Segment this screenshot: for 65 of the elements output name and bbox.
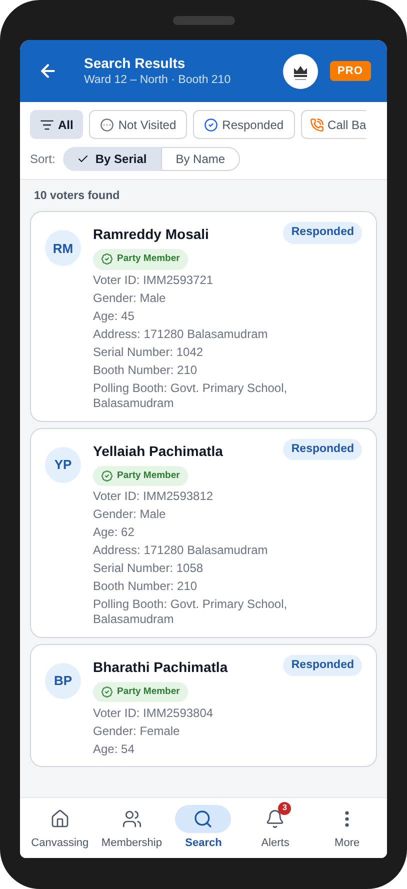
page-subtitle: Ward 12 – North · Booth 210: [84, 73, 232, 88]
phone-icon: [310, 118, 324, 132]
voter-detail: Polling Booth: Govt. Primary School, Balasamudram: [93, 380, 288, 412]
initials-avatar: YP: [45, 446, 81, 482]
filter-icon: [40, 118, 54, 132]
filter-chip[interactable]: Call Ba: [300, 110, 366, 139]
people-icon: [122, 808, 142, 829]
sort-label: Sort:: [30, 151, 56, 168]
initials-avatar: RM: [45, 230, 81, 266]
sort-option[interactable]: By Name: [160, 147, 240, 171]
nav-tab[interactable]: More: [312, 804, 382, 852]
voter-name: Ramreddy Mosali: [93, 225, 209, 244]
voter-detail: Age: 54: [93, 740, 136, 758]
back-arrow-icon: [38, 61, 58, 81]
voter-detail: Address: 171280 Balasamudram: [93, 542, 269, 560]
crown-logo-icon: [282, 54, 318, 88]
check-circle-icon: [204, 118, 218, 132]
voter-detail: Polling Booth: Govt. Primary School, Balasamudram: [93, 596, 288, 628]
voter-detail: Voter ID: IMM2593812: [93, 488, 214, 506]
nav-tab[interactable]: Canvassing: [24, 804, 95, 852]
status-badge: Responded: [283, 654, 362, 676]
sort-option[interactable]: By Serial: [63, 147, 161, 171]
results-count: 10 voters found: [33, 189, 121, 204]
verified-icon: [101, 686, 113, 698]
nav-tab[interactable]: Membership: [96, 804, 167, 852]
voter-detail: Gender: Male: [93, 506, 167, 524]
voter-detail: Booth Number: 210: [93, 578, 198, 596]
filter-chip[interactable]: All: [30, 110, 84, 139]
voter-detail: Serial Number: 1042: [93, 344, 204, 361]
voter-detail: Gender: Male: [93, 290, 167, 307]
ellipsis-circle-icon: [100, 118, 114, 132]
pro-badge: PRO: [330, 60, 371, 82]
voter-card[interactable]: BP Bharathi Pachimatla Responded Party Member Voter ID: IMM2593804 Gender: Female Age: 54: [30, 644, 377, 767]
voter-card[interactable]: RM Ramreddy Mosali Responded Party Member Voter ID: IMM2593721 Gender: Male Age: 45 Address: 171280 Balasamudram Serial Number: 1042 Booth Number: 210 Polling Booth: Govt. Primary School, Balasamudram: [30, 211, 377, 422]
voter-name: Bharathi Pachimatla: [93, 658, 228, 677]
notification-badge: 3: [278, 802, 292, 815]
bell-icon: [265, 808, 286, 829]
party-member-tag: Party Member: [93, 466, 188, 486]
voter-detail: Age: 45: [93, 308, 136, 325]
search-icon: [193, 808, 214, 829]
party-member-tag: Party Member: [93, 249, 188, 270]
home-icon: [50, 808, 70, 829]
filter-chip[interactable]: Not Visited: [89, 110, 188, 139]
voter-detail: Voter ID: IMM2593804: [93, 704, 214, 722]
verified-icon: [101, 470, 113, 482]
voter-detail: Age: 62: [93, 524, 136, 542]
page-title: Search Results: [84, 54, 186, 72]
voter-detail: Gender: Female: [93, 722, 181, 740]
status-badge: Responded: [283, 222, 362, 244]
voter-detail: Booth Number: 210: [93, 362, 198, 379]
status-badge: Responded: [283, 438, 362, 460]
voter-detail: Serial Number: 1058: [93, 560, 204, 578]
voter-detail: Address: 171280 Balasamudram: [93, 326, 269, 343]
more-icon: [345, 810, 350, 827]
voter-detail: Voter ID: IMM2593721: [93, 272, 214, 289]
speaker-notch: [173, 16, 235, 25]
nav-tab[interactable]: 3 Alerts: [240, 804, 310, 852]
nav-tab[interactable]: Search: [168, 804, 238, 852]
voter-card[interactable]: [30, 428, 377, 638]
party-member-tag: Party Member: [93, 682, 188, 702]
filter-chip[interactable]: Responded: [193, 110, 295, 139]
initials-avatar: BP: [45, 662, 81, 699]
verified-icon: [101, 253, 113, 266]
check-icon: [77, 153, 90, 165]
voter-name: Yellaiah Pachimatla: [93, 442, 223, 460]
